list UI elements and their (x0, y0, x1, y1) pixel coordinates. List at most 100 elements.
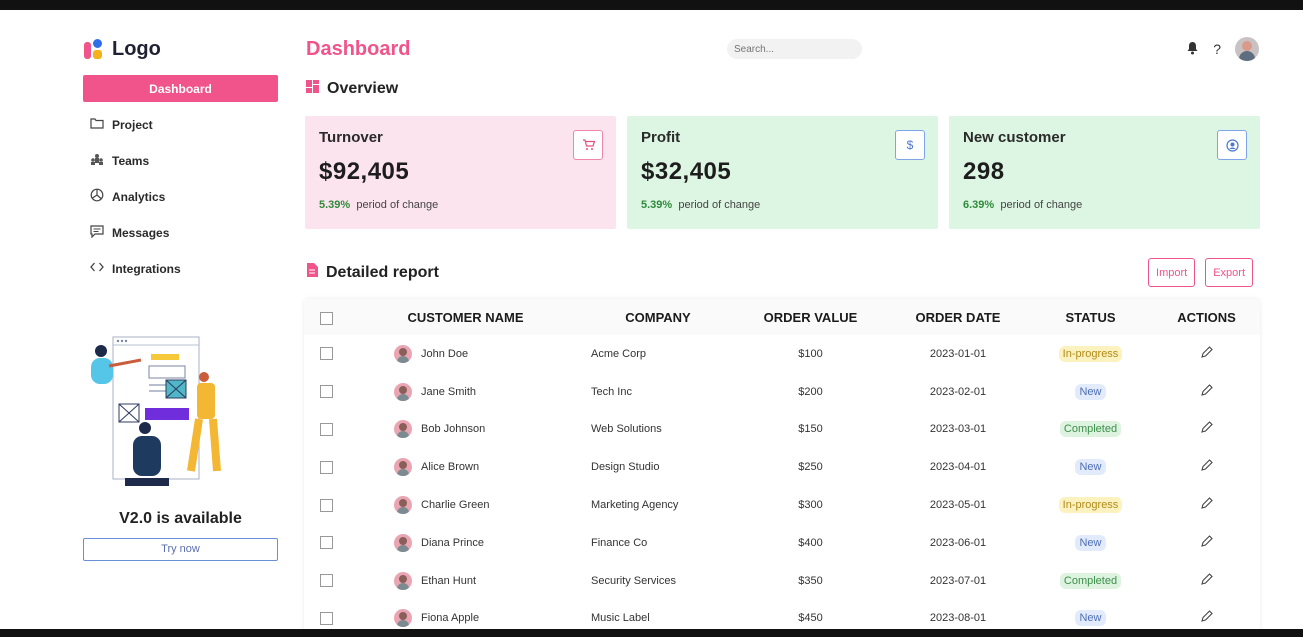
order-value-cell: $250 (798, 461, 823, 474)
col-status[interactable]: STATUS (1028, 299, 1153, 335)
avatar[interactable] (1235, 37, 1259, 61)
overview-heading: Overview (306, 80, 398, 98)
customer-cell: Jane Smith (348, 373, 583, 411)
status-badge: New (1075, 383, 1106, 400)
row-checkbox[interactable] (319, 611, 333, 625)
sidebar-item-analytics[interactable]: Analytics (83, 183, 278, 210)
customer-cell: Bob Johnson (348, 411, 583, 449)
row-checkbox[interactable] (319, 536, 333, 550)
row-checkbox[interactable] (319, 347, 333, 361)
header-icons: ? (1186, 37, 1259, 61)
actions-cell (1153, 335, 1260, 373)
col-company[interactable]: COMPANY (583, 299, 733, 335)
card-change: 5.39% period of change (641, 199, 761, 211)
status-cell: Completed (1028, 562, 1153, 600)
pie-chart-icon (90, 188, 104, 205)
status-badge: Completed (1059, 572, 1122, 589)
help-icon[interactable]: ? (1213, 41, 1221, 57)
customer-name: Ethan Hunt (421, 574, 477, 587)
edit-pencil-icon[interactable] (1200, 497, 1213, 513)
row-select-cell (304, 600, 348, 629)
edit-pencil-icon[interactable] (1200, 421, 1213, 437)
row-checkbox[interactable] (319, 385, 333, 399)
customer-avatar (394, 382, 412, 401)
order-value-cell: $100 (798, 347, 823, 360)
customer-cell: Fiona Apple (348, 600, 583, 629)
bell-icon[interactable] (1186, 41, 1199, 58)
row-checkbox[interactable] (319, 460, 333, 474)
col-order-value[interactable]: ORDER VALUE (733, 299, 888, 335)
customer-avatar (394, 420, 412, 439)
new-customer-card: New customer 298 6.39% period of change (949, 116, 1260, 229)
edit-pencil-icon[interactable] (1200, 535, 1213, 551)
row-checkbox[interactable] (319, 422, 333, 436)
edit-pencil-icon[interactable] (1200, 346, 1213, 362)
status-cell: New (1028, 524, 1153, 562)
row-select-cell (304, 448, 348, 486)
table-row[interactable]: Fiona Apple Music Label $450 2023-08-01 New (304, 600, 1260, 629)
company-cell: Music Label (591, 612, 650, 625)
table-row[interactable]: Charlie Green Marketing Agency $300 2023-05… (304, 486, 1260, 524)
order-value-cell: $400 (798, 536, 823, 549)
actions-cell (1153, 411, 1260, 449)
report-title: Detailed report (326, 263, 439, 281)
logo[interactable]: Logo (84, 38, 161, 61)
app-window: Logo Dashboard Project Teams Analytics M… (0, 10, 1303, 629)
customer-avatar (394, 458, 412, 477)
customer-name: Bob Johnson (421, 423, 486, 436)
order-date-cell: 2023-07-01 (929, 574, 987, 587)
logo-text: Logo (112, 38, 161, 60)
company-cell: Marketing Agency (591, 499, 679, 512)
select-all-checkbox[interactable] (319, 311, 333, 325)
report-table: CUSTOMER NAME COMPANY ORDER VALUE ORDER … (304, 299, 1260, 629)
customer-avatar (394, 571, 412, 590)
table-row[interactable]: Alice Brown Design Studio $250 2023-04-01 Ne… (304, 448, 1260, 486)
cart-icon[interactable] (573, 130, 603, 160)
table-row[interactable]: John Doe Acme Corp $100 2023-01-01 In-progre… (304, 335, 1260, 373)
table-row[interactable]: Diana Prince Finance Co $400 2023-06-01 New (304, 524, 1260, 562)
actions-cell (1153, 486, 1260, 524)
table-row[interactable]: Ethan Hunt Security Services $350 2023-07-0… (304, 562, 1260, 600)
edit-pencil-icon[interactable] (1200, 459, 1213, 475)
row-checkbox[interactable] (319, 574, 333, 588)
sidebar-item-integrations[interactable]: Integrations (83, 255, 278, 282)
user-circle-icon[interactable] (1217, 130, 1247, 160)
sidebar-item-messages[interactable]: Messages (83, 219, 278, 246)
dashboard-grid-icon (306, 80, 319, 98)
actions-cell (1153, 524, 1260, 562)
sidebar-item-label: Dashboard (149, 81, 212, 96)
status-badge: New (1075, 459, 1106, 476)
page-title: Dashboard (306, 38, 411, 60)
export-button[interactable]: Export (1205, 258, 1253, 287)
edit-pencil-icon[interactable] (1200, 572, 1213, 589)
profit-card: Profit $32,405 5.39% period of change $ (627, 116, 938, 229)
edit-pencil-icon[interactable] (1200, 383, 1213, 400)
card-label: New customer (963, 129, 1066, 146)
actions-cell (1153, 373, 1260, 411)
customer-cell: Diana Prince (348, 524, 583, 562)
col-customer-name[interactable]: CUSTOMER NAME (348, 299, 583, 335)
company-cell: Web Solutions (591, 423, 662, 436)
order-value-cell: $150 (798, 423, 823, 436)
col-order-date[interactable]: ORDER DATE (888, 299, 1028, 335)
sidebar-item-dashboard[interactable]: Dashboard (83, 75, 278, 102)
order-date-cell: 2023-03-01 (929, 423, 987, 436)
order-value-cell: $350 (798, 574, 823, 587)
sidebar-item-teams[interactable]: Teams (83, 147, 278, 174)
status-badge: Completed (1059, 421, 1122, 438)
sidebar-item-project[interactable]: Project (83, 111, 278, 138)
row-select-cell (304, 411, 348, 449)
edit-pencil-icon[interactable] (1200, 610, 1213, 626)
status-cell: Completed (1028, 411, 1153, 449)
teams-icon (90, 153, 104, 168)
try-now-button[interactable]: Try now (83, 538, 278, 561)
dollar-icon[interactable]: $ (895, 130, 925, 160)
table-row[interactable]: Jane Smith Tech Inc $200 2023-02-01 New (304, 373, 1260, 411)
table-row[interactable]: Bob Johnson Web Solutions $150 2023-03-01 Co… (304, 411, 1260, 449)
order-date-cell: 2023-08-01 (929, 612, 987, 625)
row-checkbox[interactable] (319, 498, 333, 512)
actions-cell (1153, 600, 1260, 629)
search-input[interactable] (727, 39, 862, 59)
import-button[interactable]: Import (1148, 258, 1196, 287)
customer-avatar (394, 344, 412, 363)
